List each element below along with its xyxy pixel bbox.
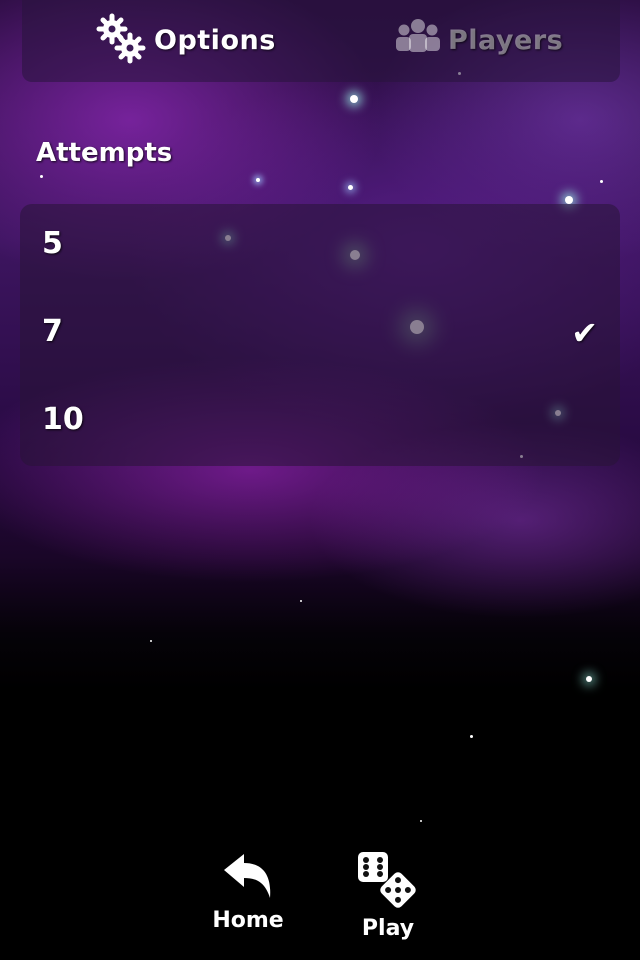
star xyxy=(348,185,353,190)
star xyxy=(40,175,43,178)
dice-icon xyxy=(356,850,420,914)
home-button[interactable]: Home xyxy=(208,850,288,933)
attempts-option-7[interactable]: 7 ✔ xyxy=(20,292,620,378)
star xyxy=(586,676,592,682)
attempts-option-label: 10 xyxy=(42,402,84,437)
star xyxy=(256,178,260,182)
group-icon xyxy=(394,16,442,64)
tab-bar: Options Players xyxy=(22,0,620,82)
checkmark-icon: ✔ xyxy=(571,314,598,352)
star xyxy=(420,820,422,822)
star xyxy=(300,600,302,602)
attempts-option-label: 7 xyxy=(42,314,63,349)
star xyxy=(150,640,152,642)
star xyxy=(600,180,603,183)
play-label: Play xyxy=(361,916,415,941)
attempts-option-10[interactable]: 10 xyxy=(20,380,620,466)
attempts-option-label: 5 xyxy=(42,226,63,261)
tab-players[interactable]: Players xyxy=(394,10,563,70)
tab-options-label: Options xyxy=(154,24,276,56)
star xyxy=(565,196,573,204)
star xyxy=(470,735,473,738)
tab-options[interactable]: Options xyxy=(94,10,276,70)
attempts-section-title: Attempts xyxy=(36,138,173,168)
star xyxy=(350,95,358,103)
attempts-option-5[interactable]: 5 xyxy=(20,204,620,290)
back-arrow-icon xyxy=(220,850,276,906)
gears-icon xyxy=(94,11,148,69)
tab-players-label: Players xyxy=(448,24,564,56)
play-button[interactable]: Play xyxy=(348,850,428,941)
attempts-list: 5 7 ✔ 10 xyxy=(20,204,620,466)
home-label: Home xyxy=(212,908,284,933)
